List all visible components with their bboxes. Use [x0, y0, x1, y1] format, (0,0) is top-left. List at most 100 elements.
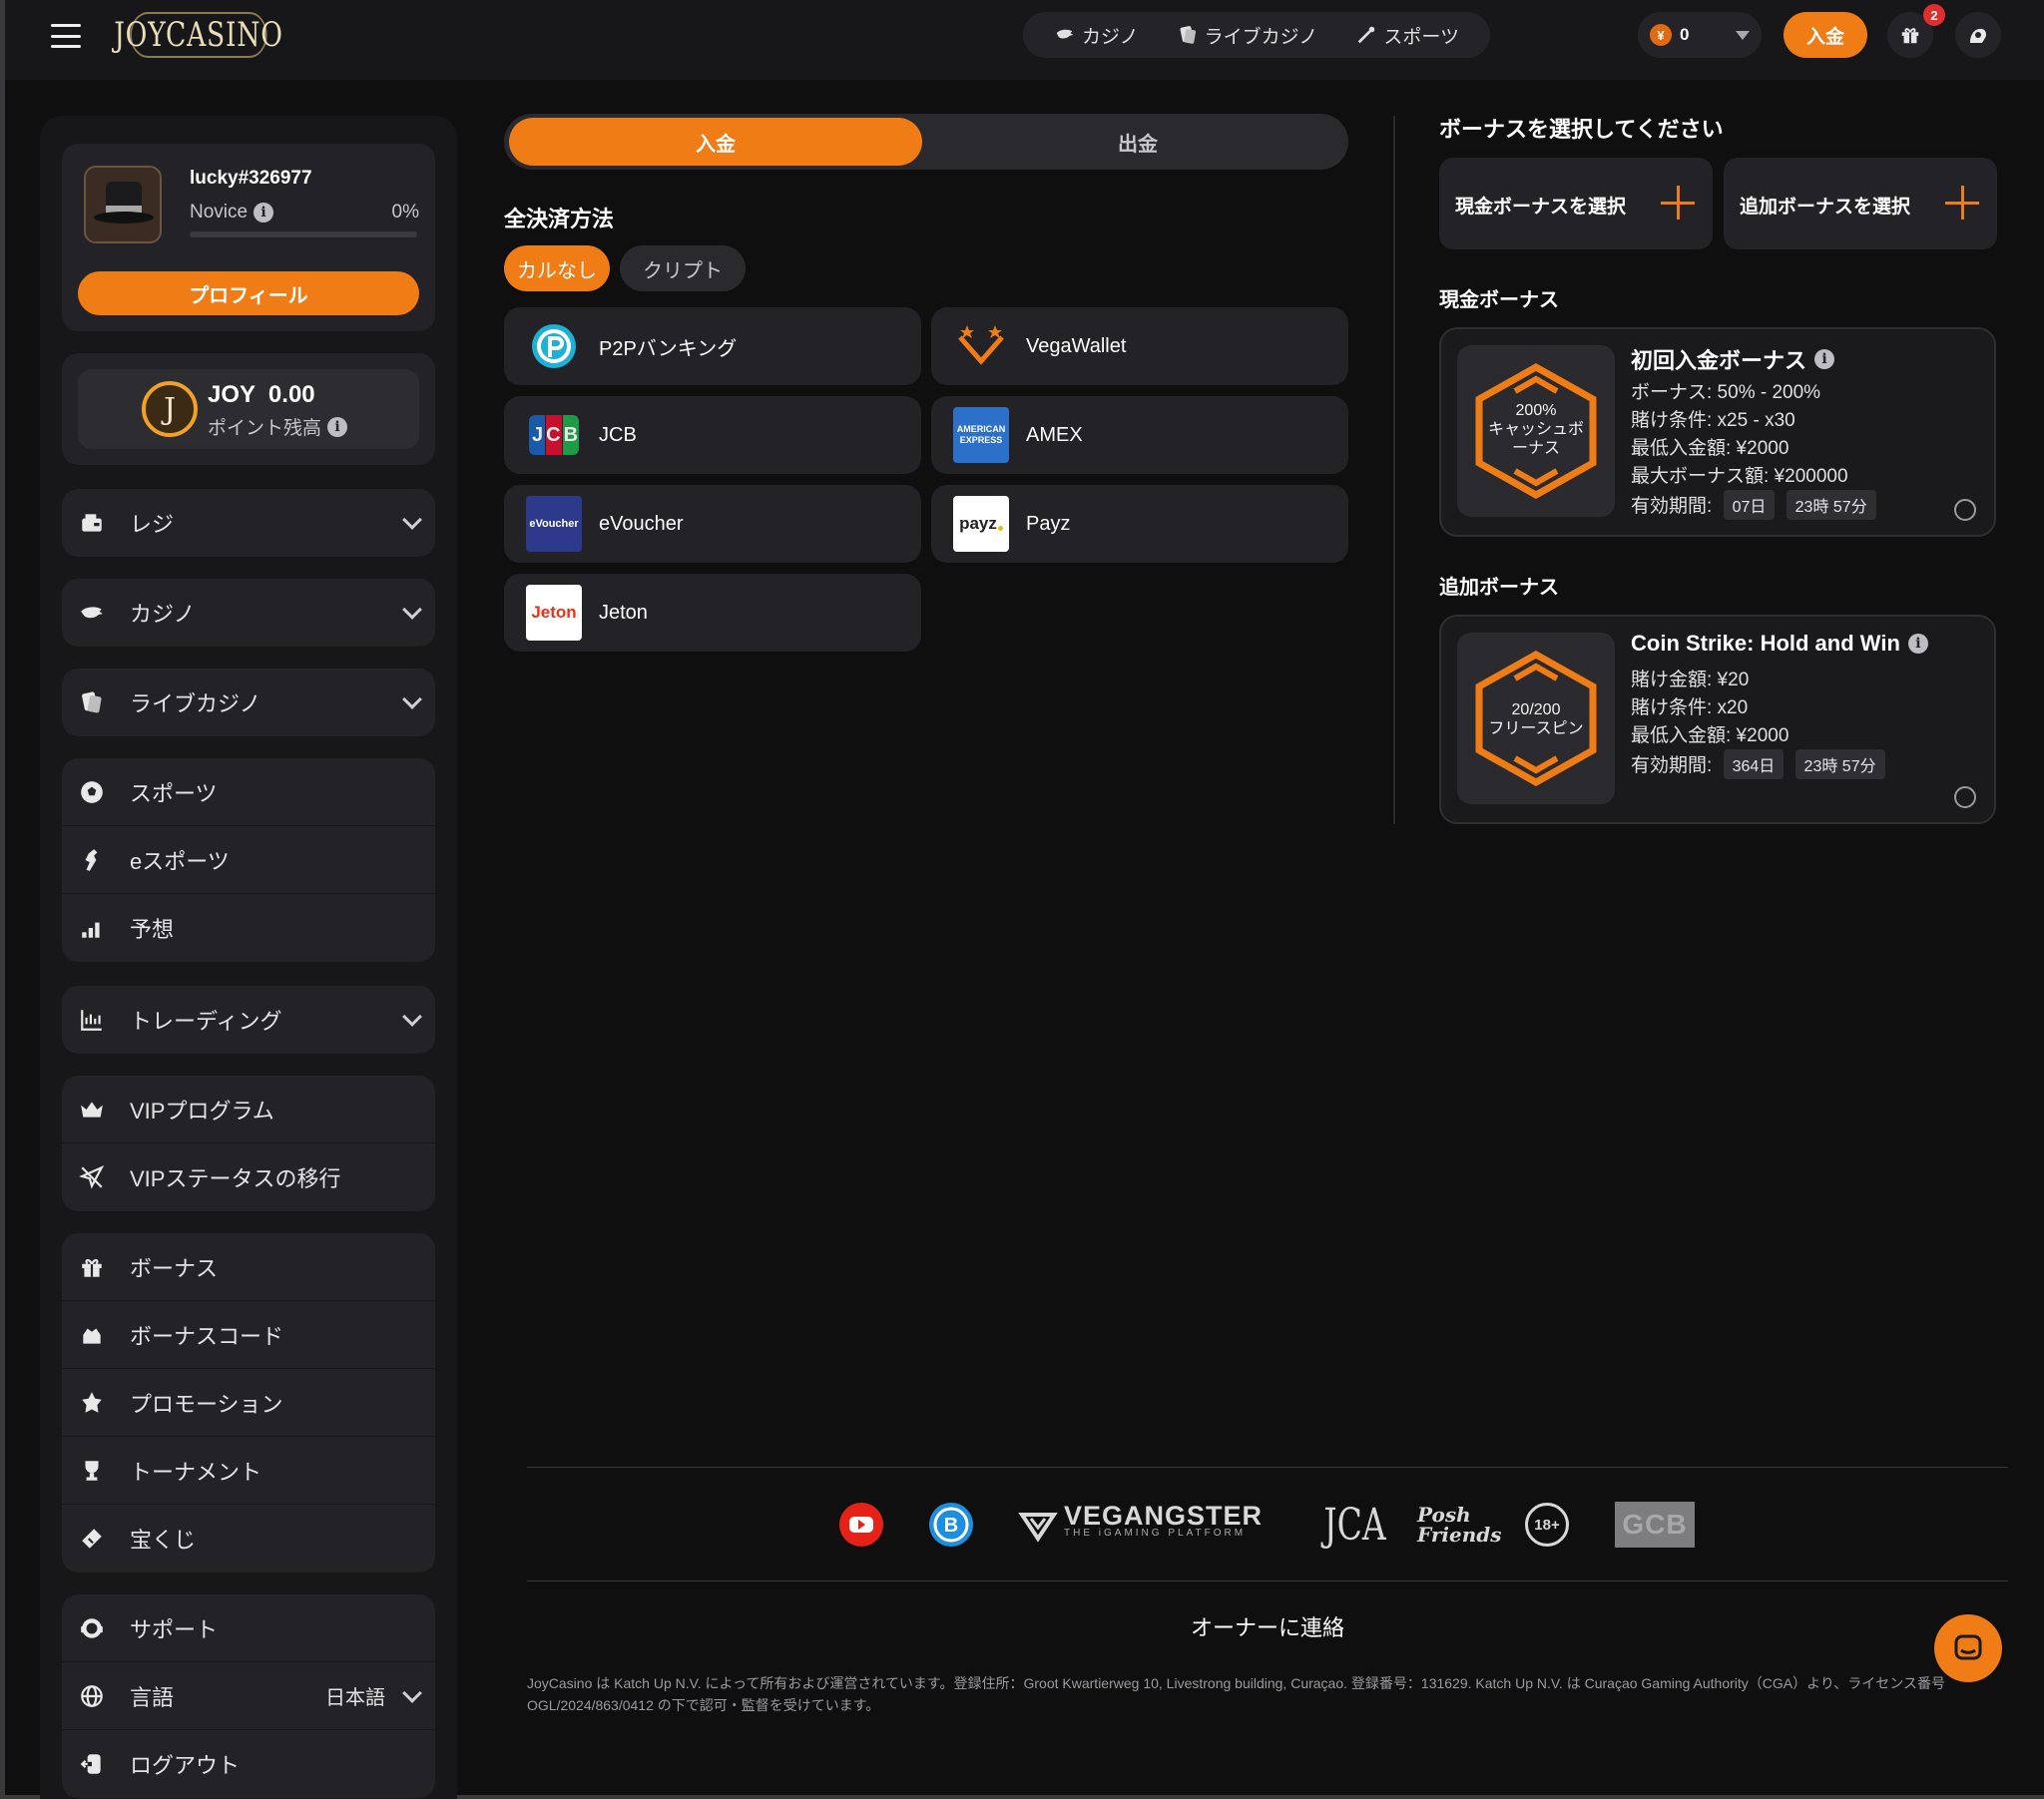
b-logo[interactable]: B: [928, 1495, 974, 1555]
payment-method-evoucher[interactable]: eVoucher eVoucher: [504, 485, 921, 563]
chat-button[interactable]: [1934, 1614, 2002, 1682]
info-icon[interactable]: i: [1907, 634, 1928, 654]
gcb-logo[interactable]: GCB: [1615, 1495, 1695, 1555]
sidebar-item-language[interactable]: 言語 日本語: [62, 1662, 435, 1730]
caret-down-icon: [1736, 30, 1750, 40]
youtube-logo[interactable]: [838, 1495, 884, 1555]
sidebar-item-esports[interactable]: eスポーツ: [62, 826, 435, 894]
menu-group-live-casino: ライブカジノ: [62, 669, 435, 736]
top-nav-sports[interactable]: スポーツ: [1355, 22, 1459, 49]
payment-method-name: Payz: [1026, 512, 1071, 535]
rank-progress-bar: [190, 231, 417, 237]
menu-group-cashier: レジ: [62, 489, 435, 557]
payment-method-vegawallet[interactable]: VegaWallet: [931, 307, 1348, 385]
payment-method-jcb[interactable]: JCB JCB: [504, 396, 921, 474]
payment-method-name: P2Pバンキング: [599, 337, 738, 360]
payment-method-jeton[interactable]: Jeton Jeton: [504, 574, 921, 652]
username: lucky#326977: [190, 168, 312, 189]
sidebar-item-cashier[interactable]: レジ: [62, 489, 435, 557]
jeton-logo: Jeton: [526, 585, 582, 641]
live-casino-icon: [1180, 26, 1196, 44]
cash-bonus-name: 初回入金ボーナス i: [1631, 343, 1835, 375]
sidebar-item-predictions[interactable]: 予想: [62, 894, 435, 962]
cash-bonus-name-text: 初回入金ボーナス: [1631, 348, 1807, 373]
evoucher-logo: eVoucher: [526, 496, 582, 552]
sidebar-item-live-casino[interactable]: ライブカジノ: [62, 669, 435, 736]
casino-icon: [1056, 29, 1074, 39]
sidebar-item-logout[interactable]: ログアウト: [62, 1730, 435, 1798]
jca-logo-text: JCA: [1323, 1499, 1386, 1551]
extra-bonus-radio[interactable]: [1954, 786, 1976, 808]
sidebar-item-bonus-code[interactable]: ボーナスコード: [62, 1301, 435, 1369]
sidebar-item-promotions[interactable]: プロモーション: [62, 1369, 435, 1437]
chevron-down-icon: [402, 1007, 422, 1027]
select-cash-bonus-button[interactable]: 現金ボーナスを選択: [1439, 158, 1713, 249]
sidebar-item-label: プロモーション: [130, 1391, 283, 1417]
payment-method-payz[interactable]: payz Payz: [931, 485, 1348, 563]
sidebar-item-trading[interactable]: トレーディング: [62, 986, 435, 1054]
extra-bonus-badge: 20/200 フリースピン: [1457, 633, 1615, 804]
vegangster-logo[interactable]: VEGANGSTER THE iGAMING PLATFORM: [1018, 1495, 1263, 1555]
sidebar-item-label: 言語: [130, 1684, 175, 1710]
joy-points-card: J JOY 0.00 ポイント残高 i: [62, 353, 435, 465]
sidebar-item-casino[interactable]: カジノ: [62, 579, 435, 647]
sidebar-item-bonus[interactable]: ボーナス: [62, 1233, 435, 1301]
cash-bonus-detail: 賭け条件: x25 - x30: [1631, 410, 1795, 431]
crown-icon: [78, 1096, 106, 1124]
tab-deposit[interactable]: 入金: [509, 118, 922, 166]
info-icon[interactable]: i: [254, 203, 274, 223]
sidebar-item-label: ボーナスコード: [130, 1323, 284, 1349]
sidebar-item-lottery[interactable]: 宝くじ: [62, 1505, 435, 1573]
profile-button[interactable]: プロフィール: [78, 271, 419, 315]
partner-logos: B VEGANGSTER THE iGAMING PLATFORM JCA Po…: [838, 1495, 1697, 1555]
sidebar-item-tournaments[interactable]: トーナメント: [62, 1437, 435, 1505]
menu-group-vip: VIPプログラム VIPステータスの移行: [62, 1076, 435, 1211]
extra-bonus-card[interactable]: 20/200 フリースピン Coin Strike: Hold and Win …: [1439, 615, 1996, 824]
sidebar-item-label: ログアウト: [130, 1753, 241, 1778]
bonus-code-icon: [78, 1321, 106, 1349]
18-plus-logo[interactable]: 18+: [1525, 1495, 1569, 1555]
joycasino-logo[interactable]: JOYCASINO: [114, 12, 282, 58]
payment-method-amex[interactable]: AMERICAN EXPRESS AMEX: [931, 396, 1348, 474]
extra-bonus-title: 追加ボーナス: [1439, 577, 1559, 599]
progress-percent: 0%: [391, 202, 419, 223]
tab-withdraw[interactable]: 出金: [931, 118, 1344, 166]
posh-friends-logo[interactable]: Posh Friends: [1417, 1495, 1502, 1555]
select-extra-bonus-button[interactable]: 追加ボーナスを選択: [1724, 158, 1997, 249]
sidebar-item-label: ライブカジノ: [130, 691, 261, 716]
extra-bonus-name: Coin Strike: Hold and Win i: [1631, 631, 1928, 657]
cash-bonus-radio[interactable]: [1954, 499, 1976, 521]
sidebar-item-vip-program[interactable]: VIPプログラム: [62, 1076, 435, 1143]
top-nav-live-casino[interactable]: ライブカジノ: [1177, 22, 1318, 49]
hamburger-menu-icon[interactable]: [51, 24, 81, 48]
sidebar-item-sports[interactable]: スポーツ: [62, 758, 435, 826]
info-icon[interactable]: i: [327, 416, 348, 437]
trophy-icon: [78, 1457, 106, 1485]
profile-avatar-button[interactable]: [1955, 12, 2001, 58]
cash-bonus-card[interactable]: 200% キャッシュボ ーナス 初回入金ボーナス i ボーナス: 50% - 2…: [1439, 327, 1996, 537]
deposit-button[interactable]: 入金: [1784, 12, 1867, 58]
sidebar-item-vip-transfer[interactable]: VIPステータスの移行: [62, 1143, 435, 1211]
top-nav-casino[interactable]: カジノ: [1054, 22, 1139, 49]
notification-badge: 2: [1923, 4, 1945, 26]
joy-points-panel: J JOY 0.00 ポイント残高 i: [78, 369, 419, 449]
avatar[interactable]: [84, 166, 162, 243]
balance-dropdown[interactable]: ¥ 0: [1638, 12, 1762, 58]
posh-logo-text: Posh: [1417, 1503, 1471, 1527]
live-casino-icon: [78, 688, 106, 716]
amex-logo-text-1: AMERICAN: [956, 424, 1006, 434]
cash-bonus-detail: ボーナス: 50% - 200%: [1631, 382, 1821, 403]
filter-chip-fiat[interactable]: カルなし: [504, 245, 610, 291]
top-nav-live-casino-label: ライブカジノ: [1204, 26, 1318, 48]
cash-bonus-badge-line: 200%: [1515, 402, 1557, 419]
plus-icon: [1661, 186, 1695, 220]
sidebar-item-label: ボーナス: [130, 1255, 219, 1281]
filter-chip-crypto[interactable]: クリプト: [620, 245, 746, 291]
info-icon[interactable]: i: [1814, 349, 1835, 369]
payment-method-p2p[interactable]: P2Pバンキング: [504, 307, 921, 385]
chevron-down-icon: [402, 510, 422, 530]
validity-days: 364日: [1723, 749, 1785, 779]
contact-owner-link[interactable]: オーナーに連絡: [0, 1610, 2044, 1642]
sidebar-item-label: トレーディング: [130, 1009, 282, 1034]
jca-logo[interactable]: JCA: [1313, 1495, 1396, 1555]
